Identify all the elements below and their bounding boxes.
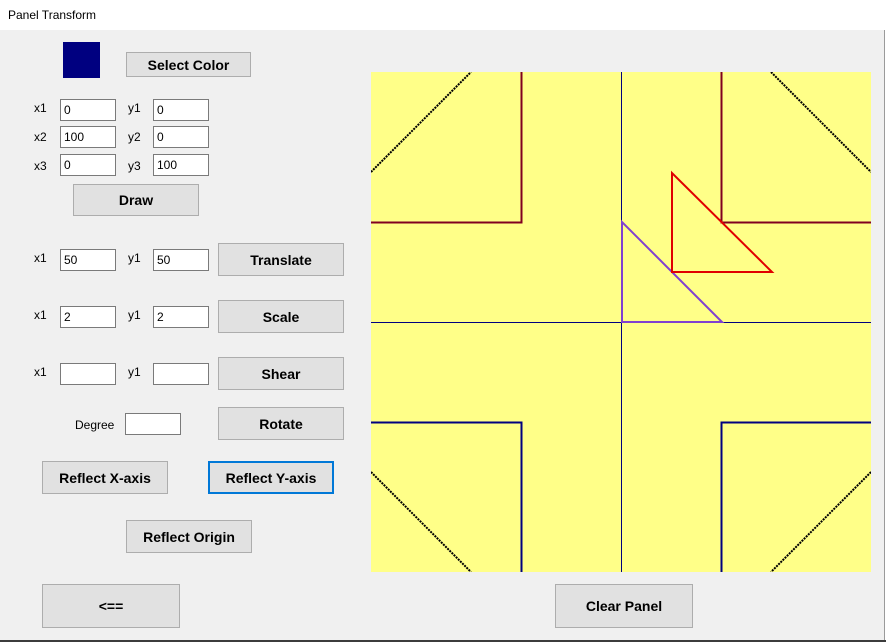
translate-x-input[interactable] (60, 249, 116, 271)
color-swatch (63, 42, 100, 78)
title-bar: Panel Transform (0, 0, 886, 30)
shear-x-input[interactable] (60, 363, 116, 385)
x2-label: x2 (34, 130, 47, 144)
shear-y-input[interactable] (153, 363, 209, 385)
y1-input[interactable] (153, 99, 209, 121)
rotate-button[interactable]: Rotate (218, 407, 344, 440)
back-button[interactable]: <== (42, 584, 180, 628)
x2-input[interactable] (60, 126, 116, 148)
x1-label: x1 (34, 101, 47, 115)
y2-input[interactable] (153, 126, 209, 148)
translate-x-label: x1 (34, 251, 47, 265)
clear-panel-button[interactable]: Clear Panel (555, 584, 693, 628)
scale-x-label: x1 (34, 308, 47, 322)
translate-y-label: y1 (128, 251, 141, 265)
x3-label: x3 (34, 159, 47, 173)
window-title: Panel Transform (8, 8, 97, 22)
shear-x-label: x1 (34, 365, 47, 379)
reflect-origin-button[interactable]: Reflect Origin (126, 520, 252, 553)
shear-y-label: y1 (128, 365, 141, 379)
scale-button[interactable]: Scale (218, 300, 344, 333)
reflect-y-axis-button[interactable]: Reflect Y-axis (208, 461, 334, 494)
degree-input[interactable] (125, 413, 181, 435)
drawing-panel[interactable] (371, 72, 871, 572)
y3-input[interactable] (153, 154, 209, 176)
draw-button[interactable]: Draw (73, 184, 199, 216)
y1-label: y1 (128, 101, 141, 115)
scale-y-input[interactable] (153, 306, 209, 328)
shear-button[interactable]: Shear (218, 357, 344, 390)
translate-y-input[interactable] (153, 249, 209, 271)
degree-label: Degree (75, 418, 115, 432)
y2-label: y2 (128, 130, 141, 144)
select-color-button[interactable]: Select Color (126, 52, 251, 77)
x3-input[interactable] (60, 154, 116, 176)
translate-button[interactable]: Translate (218, 243, 344, 276)
x1-input[interactable] (60, 99, 116, 121)
y3-label: y3 (128, 159, 141, 173)
scale-x-input[interactable] (60, 306, 116, 328)
reflect-x-axis-button[interactable]: Reflect X-axis (42, 461, 168, 494)
scale-y-label: y1 (128, 308, 141, 322)
